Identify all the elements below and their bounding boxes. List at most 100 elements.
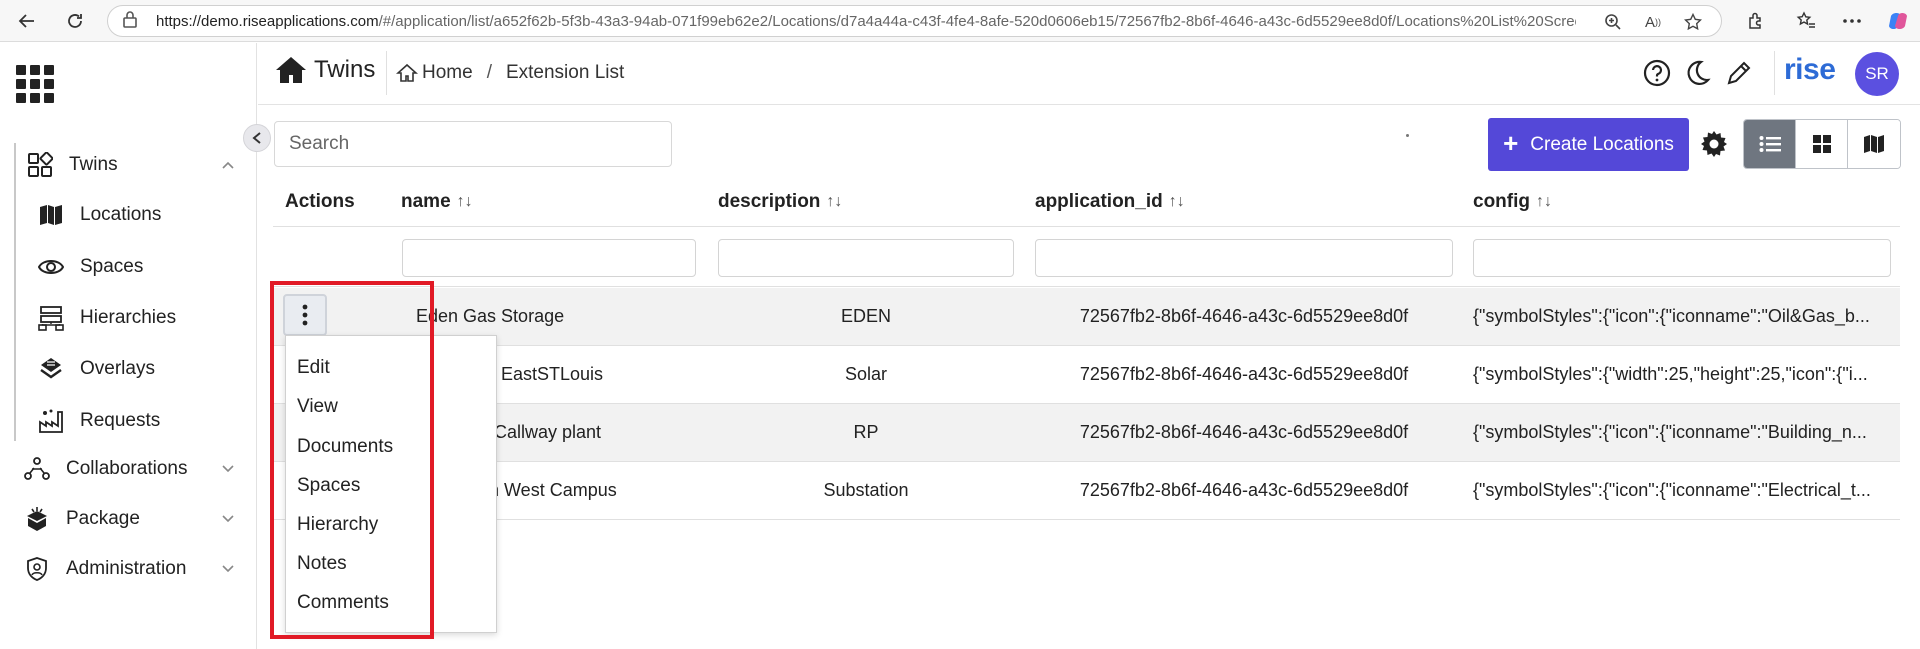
chevron-down-icon[interactable] bbox=[218, 559, 238, 579]
zoom-icon[interactable] bbox=[1602, 12, 1624, 32]
back-icon[interactable] bbox=[14, 8, 40, 34]
chevron-down-icon[interactable] bbox=[218, 509, 238, 529]
favorite-star-icon[interactable] bbox=[1682, 12, 1704, 32]
menu-item-spaces[interactable]: Spaces bbox=[297, 475, 360, 497]
sort-icon[interactable]: ↑↓ bbox=[826, 193, 842, 211]
sidebar-item-label: Spaces bbox=[80, 256, 144, 277]
sidebar-item-label: Hierarchies bbox=[80, 307, 177, 328]
plus-icon: + bbox=[1503, 128, 1519, 158]
map-view-button[interactable] bbox=[1848, 120, 1900, 168]
column-header-name[interactable]: name ↑↓ bbox=[401, 191, 473, 213]
list-view-button[interactable] bbox=[1744, 120, 1796, 168]
breadcrumb-home[interactable]: Home bbox=[422, 62, 473, 84]
row-actions-menu: Edit View Documents Spaces Hierarchy Not… bbox=[285, 335, 497, 633]
application-id-filter-input[interactable] bbox=[1035, 239, 1453, 277]
sidebar-item-requests[interactable]: Requests bbox=[36, 403, 160, 439]
sidebar-item-hierarchies[interactable]: Hierarchies bbox=[36, 300, 176, 336]
menu-item-documents[interactable]: Documents bbox=[297, 436, 393, 458]
grid-icon bbox=[1812, 135, 1831, 153]
dark-mode-icon[interactable] bbox=[1681, 57, 1713, 89]
eye-icon bbox=[36, 252, 66, 282]
column-header-description[interactable]: description ↑↓ bbox=[718, 191, 842, 213]
favorites-icon[interactable] bbox=[1794, 9, 1818, 33]
menu-item-notes[interactable]: Notes bbox=[297, 553, 347, 575]
description-cell: RP bbox=[853, 422, 879, 442]
column-header-application-id[interactable]: application_id ↑↓ bbox=[1035, 191, 1185, 213]
breadcrumb-separator: / bbox=[486, 62, 492, 83]
table-row[interactable]: Callway plant RP 72567fb2-8b6f-4646-a43c… bbox=[273, 404, 1900, 462]
help-icon[interactable] bbox=[1641, 57, 1673, 89]
read-aloud-icon[interactable]: A)) bbox=[1642, 12, 1664, 32]
chevron-down-icon[interactable] bbox=[218, 459, 238, 479]
header-divider bbox=[386, 51, 387, 95]
row-actions-button[interactable] bbox=[283, 294, 327, 336]
extensions-icon[interactable] bbox=[1744, 9, 1768, 33]
app-header: Twins Home / Extension List rise SR bbox=[258, 43, 1920, 105]
sidebar-item-administration[interactable]: Administration bbox=[22, 551, 242, 587]
description-cell: EDEN bbox=[840, 306, 891, 326]
collapse-sidebar-button[interactable] bbox=[243, 124, 271, 152]
table-row[interactable]: Eden Gas Storage EDEN 72567fb2-8b6f-4646… bbox=[273, 288, 1900, 346]
sidebar-item-overlays[interactable]: Overlays bbox=[36, 351, 155, 387]
description-cell: Substation bbox=[823, 480, 909, 500]
create-locations-label: Create Locations bbox=[1530, 133, 1674, 155]
refresh-icon[interactable] bbox=[62, 8, 88, 34]
more-icon[interactable] bbox=[1840, 9, 1864, 33]
config-filter-input[interactable] bbox=[1473, 239, 1891, 277]
avatar[interactable]: SR bbox=[1855, 52, 1899, 96]
table-row[interactable]: th West Campus Substation 72567fb2-8b6f-… bbox=[273, 462, 1900, 520]
config-cell: {"symbolStyles":{"icon":{"iconname":"Oil… bbox=[1473, 306, 1870, 326]
collaborations-icon bbox=[22, 454, 52, 484]
sidebar-item-label: Overlays bbox=[80, 358, 155, 379]
sidebar-item-label: Administration bbox=[66, 558, 187, 579]
menu-item-view[interactable]: View bbox=[297, 396, 338, 418]
header-divider bbox=[1774, 51, 1775, 95]
sort-icon[interactable]: ↑↓ bbox=[457, 193, 473, 211]
config-cell: {"symbolStyles":{"icon":{"iconname":"Ele… bbox=[1473, 480, 1871, 500]
search-input[interactable] bbox=[274, 121, 672, 167]
sidebar-item-label: Locations bbox=[80, 204, 162, 225]
sidebar-item-label: Collaborations bbox=[66, 458, 188, 479]
grid-view-button[interactable] bbox=[1796, 120, 1848, 168]
column-header-config[interactable]: config ↑↓ bbox=[1473, 191, 1552, 213]
create-locations-button[interactable]: + Create Locations bbox=[1488, 118, 1689, 171]
hierarchy-icon bbox=[36, 303, 66, 333]
app-title[interactable]: Twins bbox=[274, 55, 375, 85]
twins-icon bbox=[25, 150, 55, 180]
copilot-icon[interactable] bbox=[1886, 9, 1910, 33]
name-filter-input[interactable] bbox=[402, 239, 696, 277]
breadcrumb: Home / Extension List bbox=[396, 62, 624, 84]
url-text: https://demo.riseapplications.com/#/appl… bbox=[156, 12, 1576, 30]
menu-item-edit[interactable]: Edit bbox=[297, 357, 330, 379]
config-cell: {"symbolStyles":{"icon":{"iconname":"Bui… bbox=[1473, 422, 1867, 442]
view-toggle-group bbox=[1743, 119, 1901, 169]
nav-group-line bbox=[14, 143, 16, 441]
sort-icon[interactable]: ↑↓ bbox=[1169, 193, 1185, 211]
sidebar-item-label: Requests bbox=[80, 410, 161, 431]
app-launcher-icon[interactable] bbox=[16, 65, 54, 103]
table-row[interactable]: EastSTLouis Solar 72567fb2-8b6f-4646-a43… bbox=[273, 346, 1900, 404]
description-filter-input[interactable] bbox=[718, 239, 1014, 277]
sidebar-item-package[interactable]: Package bbox=[22, 501, 242, 537]
sidebar-item-locations[interactable]: Locations bbox=[36, 197, 161, 233]
sidebar-item-twins[interactable]: Twins bbox=[25, 147, 245, 183]
administration-icon bbox=[22, 554, 52, 584]
browser-toolbar: https://demo.riseapplications.com/#/appl… bbox=[0, 0, 1920, 42]
sidebar-item-collaborations[interactable]: Collaborations bbox=[22, 451, 242, 487]
list-icon bbox=[1759, 136, 1781, 152]
sidebar-item-label: Twins bbox=[69, 154, 118, 175]
application-id-cell: 72567fb2-8b6f-4646-a43c-6d5529ee8d0f bbox=[1079, 422, 1409, 442]
table-header: Actions name ↑↓ description ↑↓ application… bbox=[273, 176, 1900, 227]
menu-item-comments[interactable]: Comments bbox=[297, 592, 389, 614]
chevron-up-icon[interactable] bbox=[218, 155, 238, 175]
gear-icon[interactable] bbox=[1698, 128, 1730, 160]
application-id-cell: 72567fb2-8b6f-4646-a43c-6d5529ee8d0f bbox=[1079, 480, 1409, 500]
config-cell: {"symbolStyles":{"width":25,"height":25,… bbox=[1473, 364, 1868, 384]
address-bar[interactable]: https://demo.riseapplications.com/#/appl… bbox=[107, 5, 1722, 37]
sidebar-item-spaces[interactable]: Spaces bbox=[36, 249, 143, 285]
menu-item-hierarchy[interactable]: Hierarchy bbox=[297, 514, 378, 536]
name-cell: Eden Gas Storage bbox=[416, 306, 565, 326]
sort-icon[interactable]: ↑↓ bbox=[1536, 193, 1552, 211]
edit-pencil-icon[interactable] bbox=[1723, 57, 1755, 89]
name-cell: EastSTLouis bbox=[501, 364, 604, 384]
